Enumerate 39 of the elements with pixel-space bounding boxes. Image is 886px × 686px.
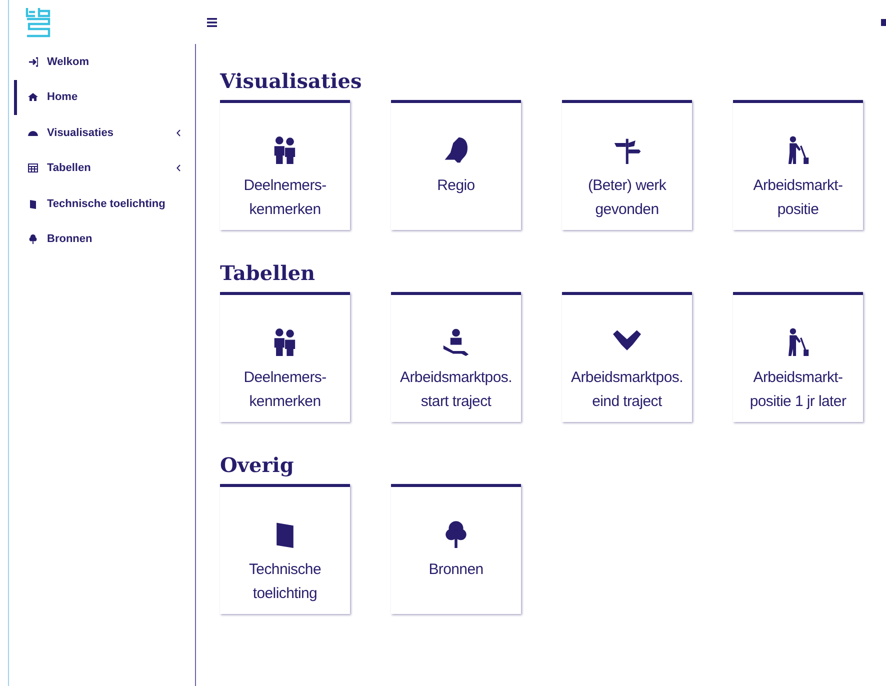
nav-item[interactable]: Home (14, 80, 195, 115)
nav-item[interactable]: Bronnen (14, 222, 195, 257)
tile-label: (Beter) werk gevonden (588, 176, 666, 220)
tile-card[interactable]: Regio (391, 100, 521, 230)
tile-label: Arbeidsmarktpos. eind traject (571, 368, 683, 412)
signpost-icon (613, 136, 641, 164)
tile-card[interactable]: Arbeidsmarktpos. eind traject (562, 292, 692, 422)
tile-card[interactable]: Bronnen (391, 484, 521, 614)
tile-label: Regio (437, 176, 475, 196)
tile-card[interactable]: Deelnemers- kenmerken (220, 292, 350, 422)
nav-item[interactable]: Welkom (14, 44, 195, 80)
tile-label: Technische toelichting (248, 560, 322, 604)
logo-icon (24, 6, 52, 38)
tile-card[interactable]: Arbeidsmarkt- positie 1 jr later (733, 292, 863, 422)
tile-label: Bronnen (428, 560, 484, 580)
tile-label: Arbeidsmarkt- positie (753, 176, 843, 220)
menu-icon[interactable] (207, 18, 217, 26)
tile-label: Arbeidsmarkt- positie 1 jr later (750, 368, 846, 412)
tile-card[interactable]: Deelnemers- kenmerken (220, 100, 350, 230)
tile-card[interactable]: Arbeidsmarktpos. start traject (391, 292, 521, 422)
section-heading: Visualisaties (220, 70, 363, 92)
section-heading: Tabellen (220, 262, 316, 284)
hand-icon (442, 328, 470, 356)
tile-label: Deelnemers- kenmerken (244, 176, 326, 220)
sign-in-icon (28, 56, 38, 67)
map-icon (442, 136, 470, 164)
tree-icon (28, 234, 38, 244)
section-heading: Overig (220, 454, 295, 476)
home-icon (28, 92, 38, 102)
tile-card[interactable]: (Beter) werk gevonden (562, 100, 692, 230)
nav-item[interactable]: Visualisaties (14, 115, 195, 150)
book-icon (28, 198, 38, 209)
table-icon (28, 163, 38, 174)
tile-card[interactable]: Technische toelichting (220, 484, 350, 614)
nav-item[interactable]: Tabellen (14, 150, 195, 186)
tile-card[interactable]: Arbeidsmarkt- positie (733, 100, 863, 230)
tile-label: Arbeidsmarktpos. start traject (400, 368, 512, 412)
tile-label: Deelnemers- kenmerken (244, 368, 326, 412)
nav-item[interactable]: Technische toelichting (14, 186, 195, 222)
